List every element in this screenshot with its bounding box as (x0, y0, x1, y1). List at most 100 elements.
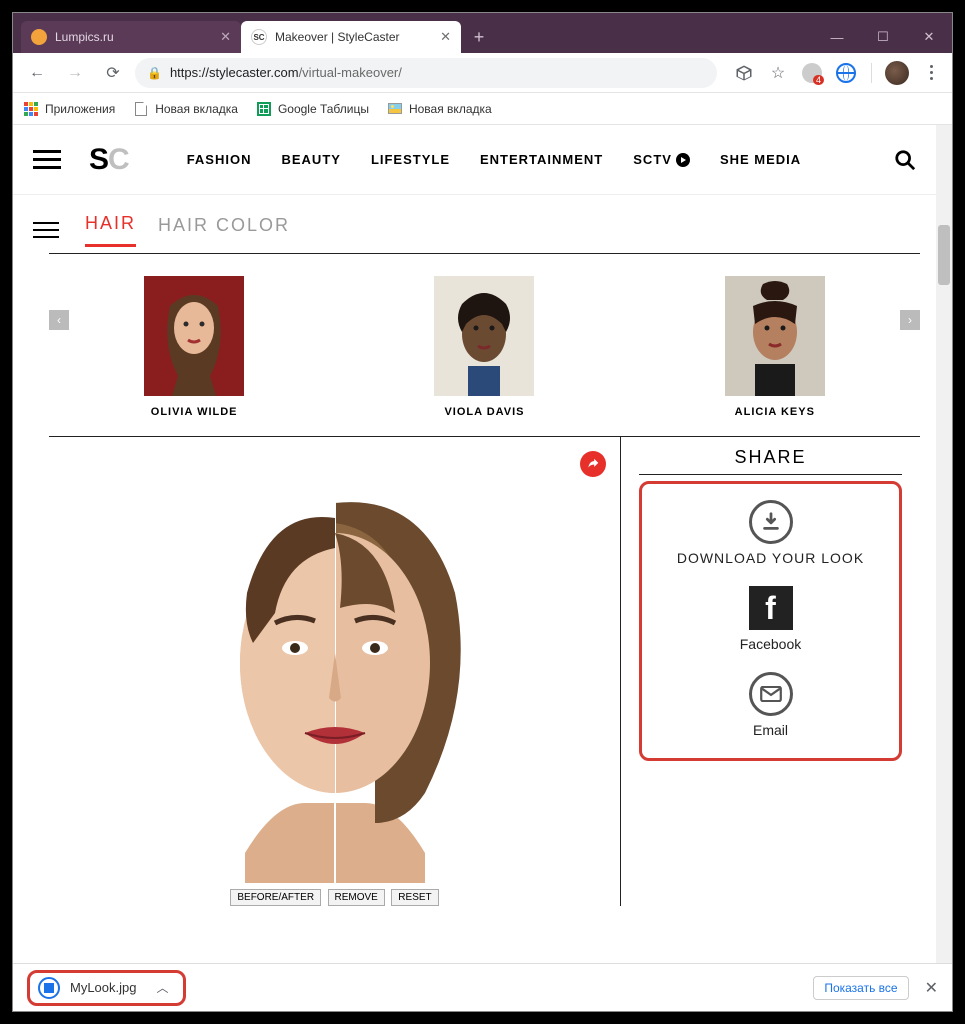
carousel-prev-button[interactable]: ‹ (49, 310, 69, 330)
photo-icon (387, 101, 403, 117)
celebrity-name: OLIVIA WILDE (94, 406, 294, 418)
facebook-label: Facebook (652, 636, 889, 652)
download-filename: MyLook.jpg (70, 980, 136, 995)
reload-button[interactable]: ⟳ (97, 57, 129, 89)
titlebar: Lumpics.ru ✕ SC Makeover | StyleCaster ✕… (13, 13, 952, 53)
nav-lifestyle[interactable]: LIFESTYLE (371, 152, 450, 167)
maximize-button[interactable]: ☐ (860, 21, 906, 53)
tab-stylecaster[interactable]: SC Makeover | StyleCaster ✕ (241, 21, 461, 53)
browser-window: Lumpics.ru ✕ SC Makeover | StyleCaster ✕… (12, 12, 953, 1012)
site-nav: FASHION BEAUTY LIFESTYLE ENTERTAINMENT S… (187, 152, 801, 167)
celebrity-name: VIOLA DAVIS (384, 406, 584, 418)
bookmark-item[interactable]: Новая вкладка (133, 101, 238, 117)
profile-avatar[interactable] (884, 60, 910, 86)
page-icon (133, 101, 149, 117)
tab-hair-color[interactable]: HAIR COLOR (158, 215, 290, 246)
badge-count: 4 (813, 75, 824, 85)
download-label: DOWNLOAD YOUR LOOK (652, 550, 889, 566)
menu-button[interactable] (918, 60, 944, 86)
before-after-button[interactable]: BEFORE/AFTER (230, 889, 321, 906)
facebook-icon: f (749, 586, 793, 630)
makeover-tabs: HAIR HAIR COLOR (13, 195, 936, 247)
email-icon (749, 672, 793, 716)
forward-button[interactable]: → (59, 57, 91, 89)
scrollbar-track[interactable] (936, 125, 952, 1011)
close-icon[interactable]: ✕ (220, 29, 231, 45)
nav-fashion[interactable]: FASHION (187, 152, 252, 167)
nav-shemedia[interactable]: SHE MEDIA (720, 152, 801, 167)
site-logo[interactable]: SC (89, 143, 129, 177)
preview-toolbar: BEFORE/AFTER REMOVE RESET (49, 887, 620, 906)
share-button[interactable] (580, 451, 606, 477)
close-downloads-button[interactable]: ✕ (925, 978, 938, 998)
translate-icon[interactable] (731, 60, 757, 86)
celebrity-thumb (434, 276, 534, 396)
apps-label: Приложения (45, 102, 115, 116)
share-email-button[interactable]: Email (652, 672, 889, 738)
star-icon[interactable]: ☆ (765, 60, 791, 86)
download-icon (749, 500, 793, 544)
share-options: DOWNLOAD YOUR LOOK f Facebook Email (639, 481, 902, 761)
toolbar-right: ☆ 4 (723, 60, 944, 86)
site-menu-button[interactable] (33, 145, 61, 174)
lock-icon: 🔒 (147, 66, 162, 80)
chevron-up-icon[interactable]: ︿ (156, 979, 168, 996)
tab-title: Lumpics.ru (55, 30, 212, 44)
minimize-button[interactable]: — (814, 21, 860, 53)
preview-panel: BEFORE/AFTER REMOVE RESET (49, 437, 620, 906)
celebrity-option[interactable]: VIOLA DAVIS (384, 276, 584, 418)
favicon-icon: SC (251, 29, 267, 45)
back-button[interactable]: ← (21, 57, 53, 89)
new-tab-button[interactable]: + (465, 23, 493, 51)
search-button[interactable] (894, 149, 916, 171)
nav-beauty[interactable]: BEAUTY (281, 152, 340, 167)
play-icon (676, 153, 690, 167)
share-title: SHARE (621, 447, 920, 468)
extension-icon[interactable]: 4 (799, 60, 825, 86)
window-controls: — ☐ ✕ (814, 21, 952, 53)
nav-entertainment[interactable]: ENTERTAINMENT (480, 152, 603, 167)
celebrity-carousel: ‹ › OLIVIA WILDE VIOLA DAVIS (49, 253, 920, 436)
celebrity-name: ALICIA KEYS (675, 406, 875, 418)
favicon-icon (31, 29, 47, 45)
celebrity-option[interactable]: OLIVIA WILDE (94, 276, 294, 418)
separator (871, 63, 872, 83)
makeover-menu-button[interactable] (33, 217, 59, 243)
editor-area: BEFORE/AFTER REMOVE RESET SHARE DOWNLOAD (49, 436, 920, 906)
carousel-next-button[interactable]: › (900, 310, 920, 330)
celebrity-option[interactable]: ALICIA KEYS (675, 276, 875, 418)
share-panel: SHARE DOWNLOAD YOUR LOOK f Facebook (620, 437, 920, 906)
bookmarks-bar: Приложения Новая вкладка Google Таблицы … (13, 93, 952, 125)
apps-icon (23, 101, 39, 117)
tab-title: Makeover | StyleCaster (275, 30, 432, 44)
address-bar[interactable]: 🔒 https://stylecaster.com/virtual-makeov… (135, 58, 717, 88)
email-label: Email (652, 722, 889, 738)
url-text: https://stylecaster.com/virtual-makeover… (170, 65, 402, 80)
close-icon[interactable]: ✕ (440, 29, 451, 45)
toolbar: ← → ⟳ 🔒 https://stylecaster.com/virtual-… (13, 53, 952, 93)
remove-button[interactable]: REMOVE (328, 889, 385, 906)
show-all-downloads-button[interactable]: Показать все (813, 976, 908, 1000)
download-look-button[interactable]: DOWNLOAD YOUR LOOK (652, 500, 889, 566)
sheets-icon (256, 101, 272, 117)
downloads-bar: MyLook.jpg ︿ Показать все ✕ (13, 963, 952, 1011)
reset-button[interactable]: RESET (391, 889, 438, 906)
content-area: SC FASHION BEAUTY LIFESTYLE ENTERTAINMEN… (13, 125, 952, 1011)
nav-sctv[interactable]: SCTV (633, 152, 690, 167)
download-item[interactable]: MyLook.jpg ︿ (27, 970, 186, 1006)
tab-hair[interactable]: HAIR (85, 213, 136, 247)
window-close-button[interactable]: ✕ (906, 21, 952, 53)
share-facebook-button[interactable]: f Facebook (652, 586, 889, 652)
bookmark-item[interactable]: Новая вкладка (387, 101, 492, 117)
celebrity-thumb (725, 276, 825, 396)
globe-icon[interactable] (833, 60, 859, 86)
tab-lumpics[interactable]: Lumpics.ru ✕ (21, 21, 241, 53)
site-header: SC FASHION BEAUTY LIFESTYLE ENTERTAINMEN… (13, 125, 936, 195)
apps-button[interactable]: Приложения (23, 101, 115, 117)
file-icon (38, 977, 60, 999)
scrollbar-thumb[interactable] (938, 225, 950, 285)
makeover-preview[interactable] (175, 463, 495, 883)
celebrity-thumb (144, 276, 244, 396)
page: SC FASHION BEAUTY LIFESTYLE ENTERTAINMEN… (13, 125, 936, 1011)
bookmark-item[interactable]: Google Таблицы (256, 101, 369, 117)
